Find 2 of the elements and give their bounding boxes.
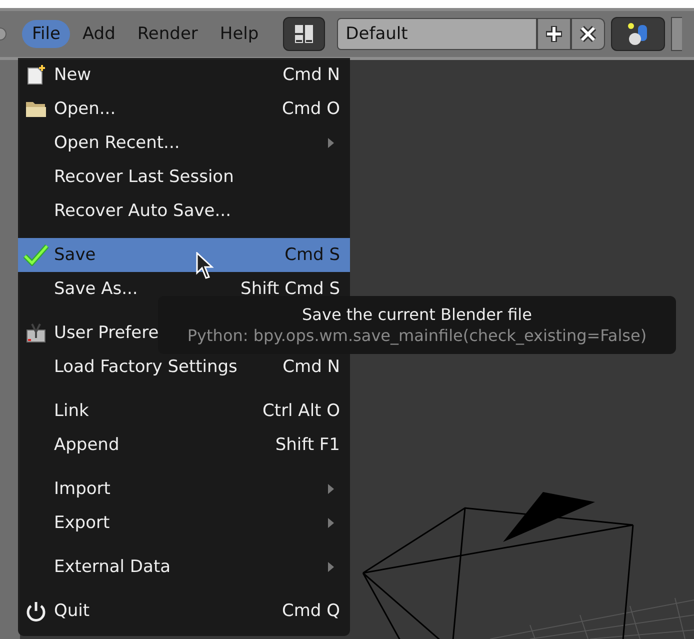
tooltip-title: Save the current Blender file (302, 305, 532, 324)
tooltip-python: Python: bpy.ops.wm.save_mainfile(check_existing=False) (187, 326, 647, 345)
